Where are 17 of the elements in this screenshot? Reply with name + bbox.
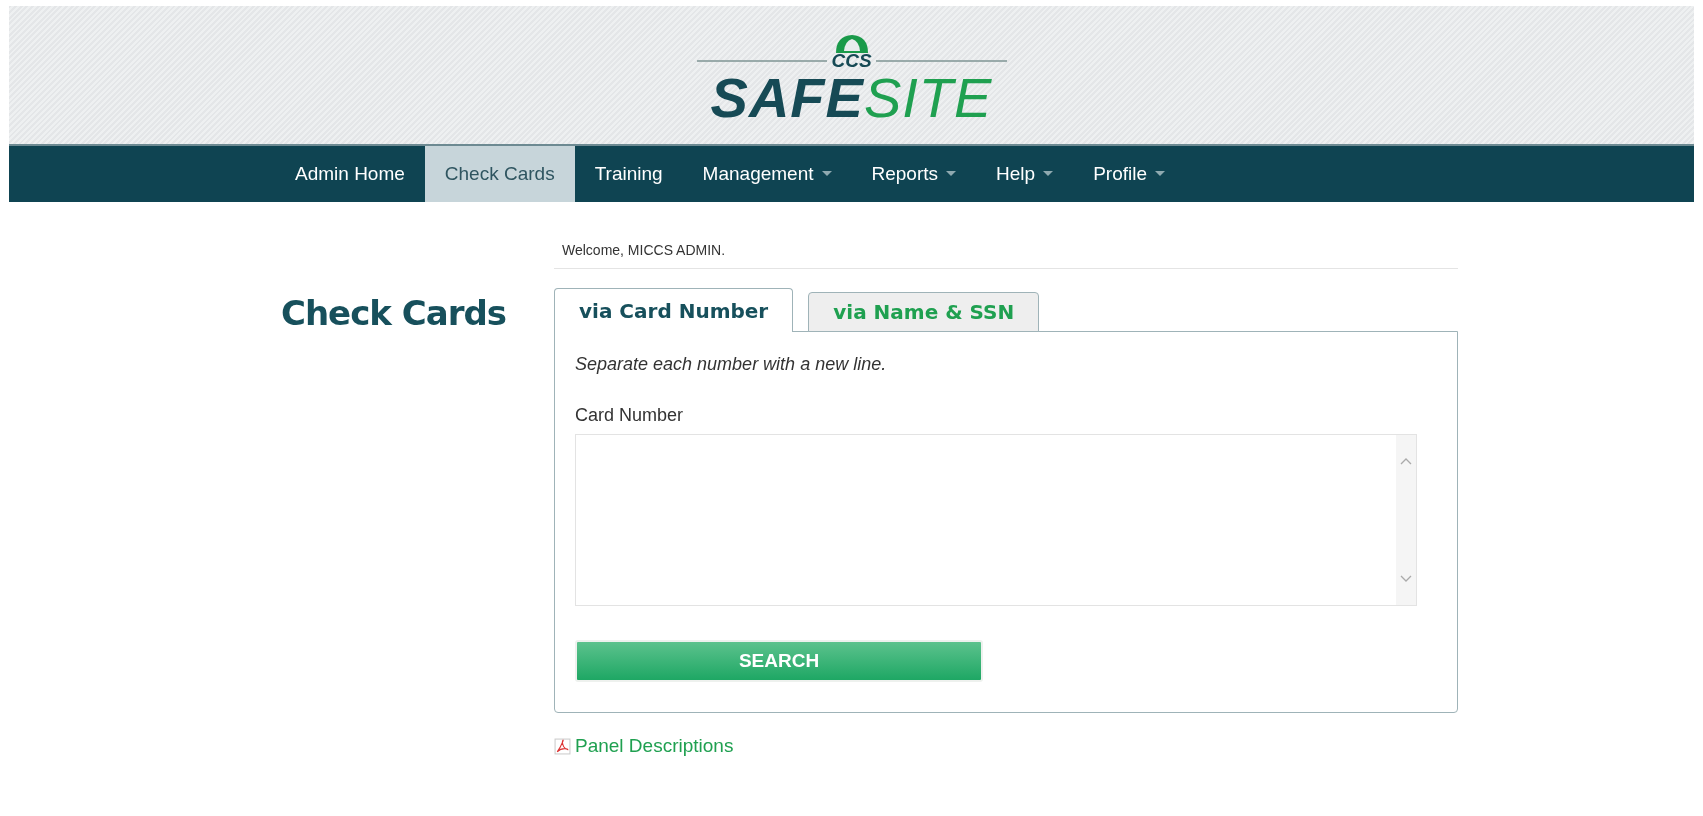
field-label: Card Number: [575, 405, 685, 426]
nav-item[interactable]: Admin Home: [275, 146, 425, 202]
scroll-up-icon[interactable]: [1400, 457, 1412, 465]
welcome-text: Welcome, MICCS ADMIN.: [554, 242, 1458, 269]
nav-item[interactable]: Help: [976, 146, 1074, 202]
pdf-icon: [554, 737, 571, 755]
nav-item[interactable]: Profile: [1073, 146, 1185, 202]
tab[interactable]: via Card Number: [554, 288, 794, 332]
nav-item[interactable]: Training: [574, 146, 683, 202]
scroll-down-icon[interactable]: [1400, 575, 1412, 583]
nav-item[interactable]: Check Cards: [424, 146, 575, 202]
scrollbar[interactable]: [1396, 435, 1416, 605]
nav-item[interactable]: Management: [682, 146, 852, 202]
input-field[interactable]: [575, 434, 1417, 606]
page-heading: Check Cards: [280, 293, 506, 335]
nav-item[interactable]: Reports: [851, 146, 977, 202]
hint-text: Separate each number with a new line.: [575, 354, 888, 375]
